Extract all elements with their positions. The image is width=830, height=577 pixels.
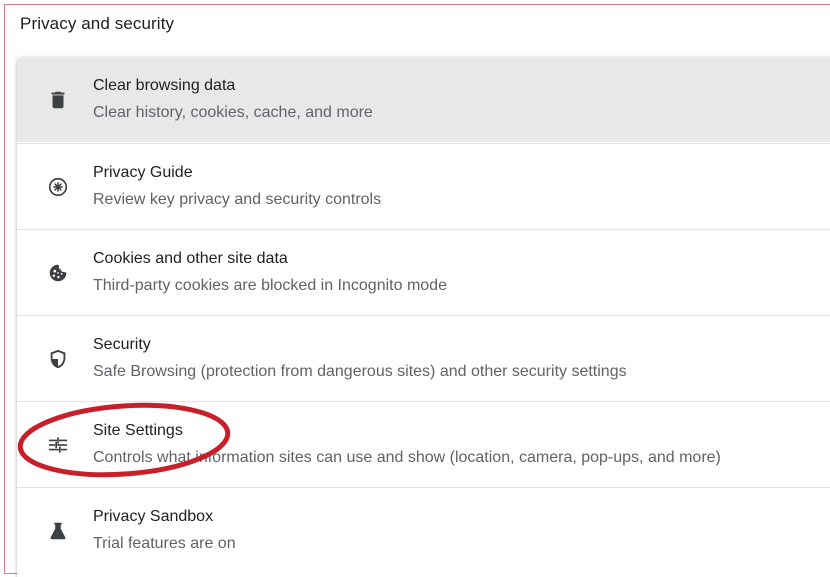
row-subtitle: Review key privacy and security controls	[93, 191, 382, 208]
row-subtitle: Third-party cookies are blocked in Incog…	[93, 277, 447, 294]
row-site-settings[interactable]: Site Settings Controls what information …	[17, 401, 830, 486]
tune-icon	[47, 434, 69, 456]
row-subtitle: Safe Browsing (protection from dangerous…	[93, 363, 627, 380]
cookie-icon	[47, 262, 69, 284]
row-privacy-guide[interactable]: Privacy Guide Review key privacy and sec…	[17, 143, 830, 228]
row-clear-browsing-data[interactable]: Clear browsing data Clear history, cooki…	[17, 57, 830, 142]
compass-icon	[47, 176, 69, 198]
row-cookies[interactable]: Cookies and other site data Third-party …	[17, 229, 830, 314]
row-privacy-sandbox[interactable]: Privacy Sandbox Trial features are on	[17, 487, 830, 572]
row-subtitle: Clear history, cookies, cache, and more	[93, 104, 373, 121]
shield-icon	[47, 348, 69, 370]
row-title: Privacy Sandbox	[93, 508, 214, 525]
row-subtitle: Trial features are on	[93, 535, 236, 552]
row-title: Cookies and other site data	[93, 250, 288, 267]
row-title: Security	[93, 336, 151, 353]
row-title: Privacy Guide	[93, 164, 193, 181]
row-subtitle: Controls what information sites can use …	[93, 449, 721, 466]
row-title: Clear browsing data	[93, 77, 236, 94]
section-title: Privacy and security	[20, 14, 175, 33]
flask-icon	[47, 520, 69, 542]
privacy-settings-card: Clear browsing data Clear history, cooki…	[17, 57, 830, 577]
trash-icon	[47, 89, 69, 111]
row-security[interactable]: Security Safe Browsing (protection from …	[17, 315, 830, 400]
row-title: Site Settings	[93, 422, 183, 439]
